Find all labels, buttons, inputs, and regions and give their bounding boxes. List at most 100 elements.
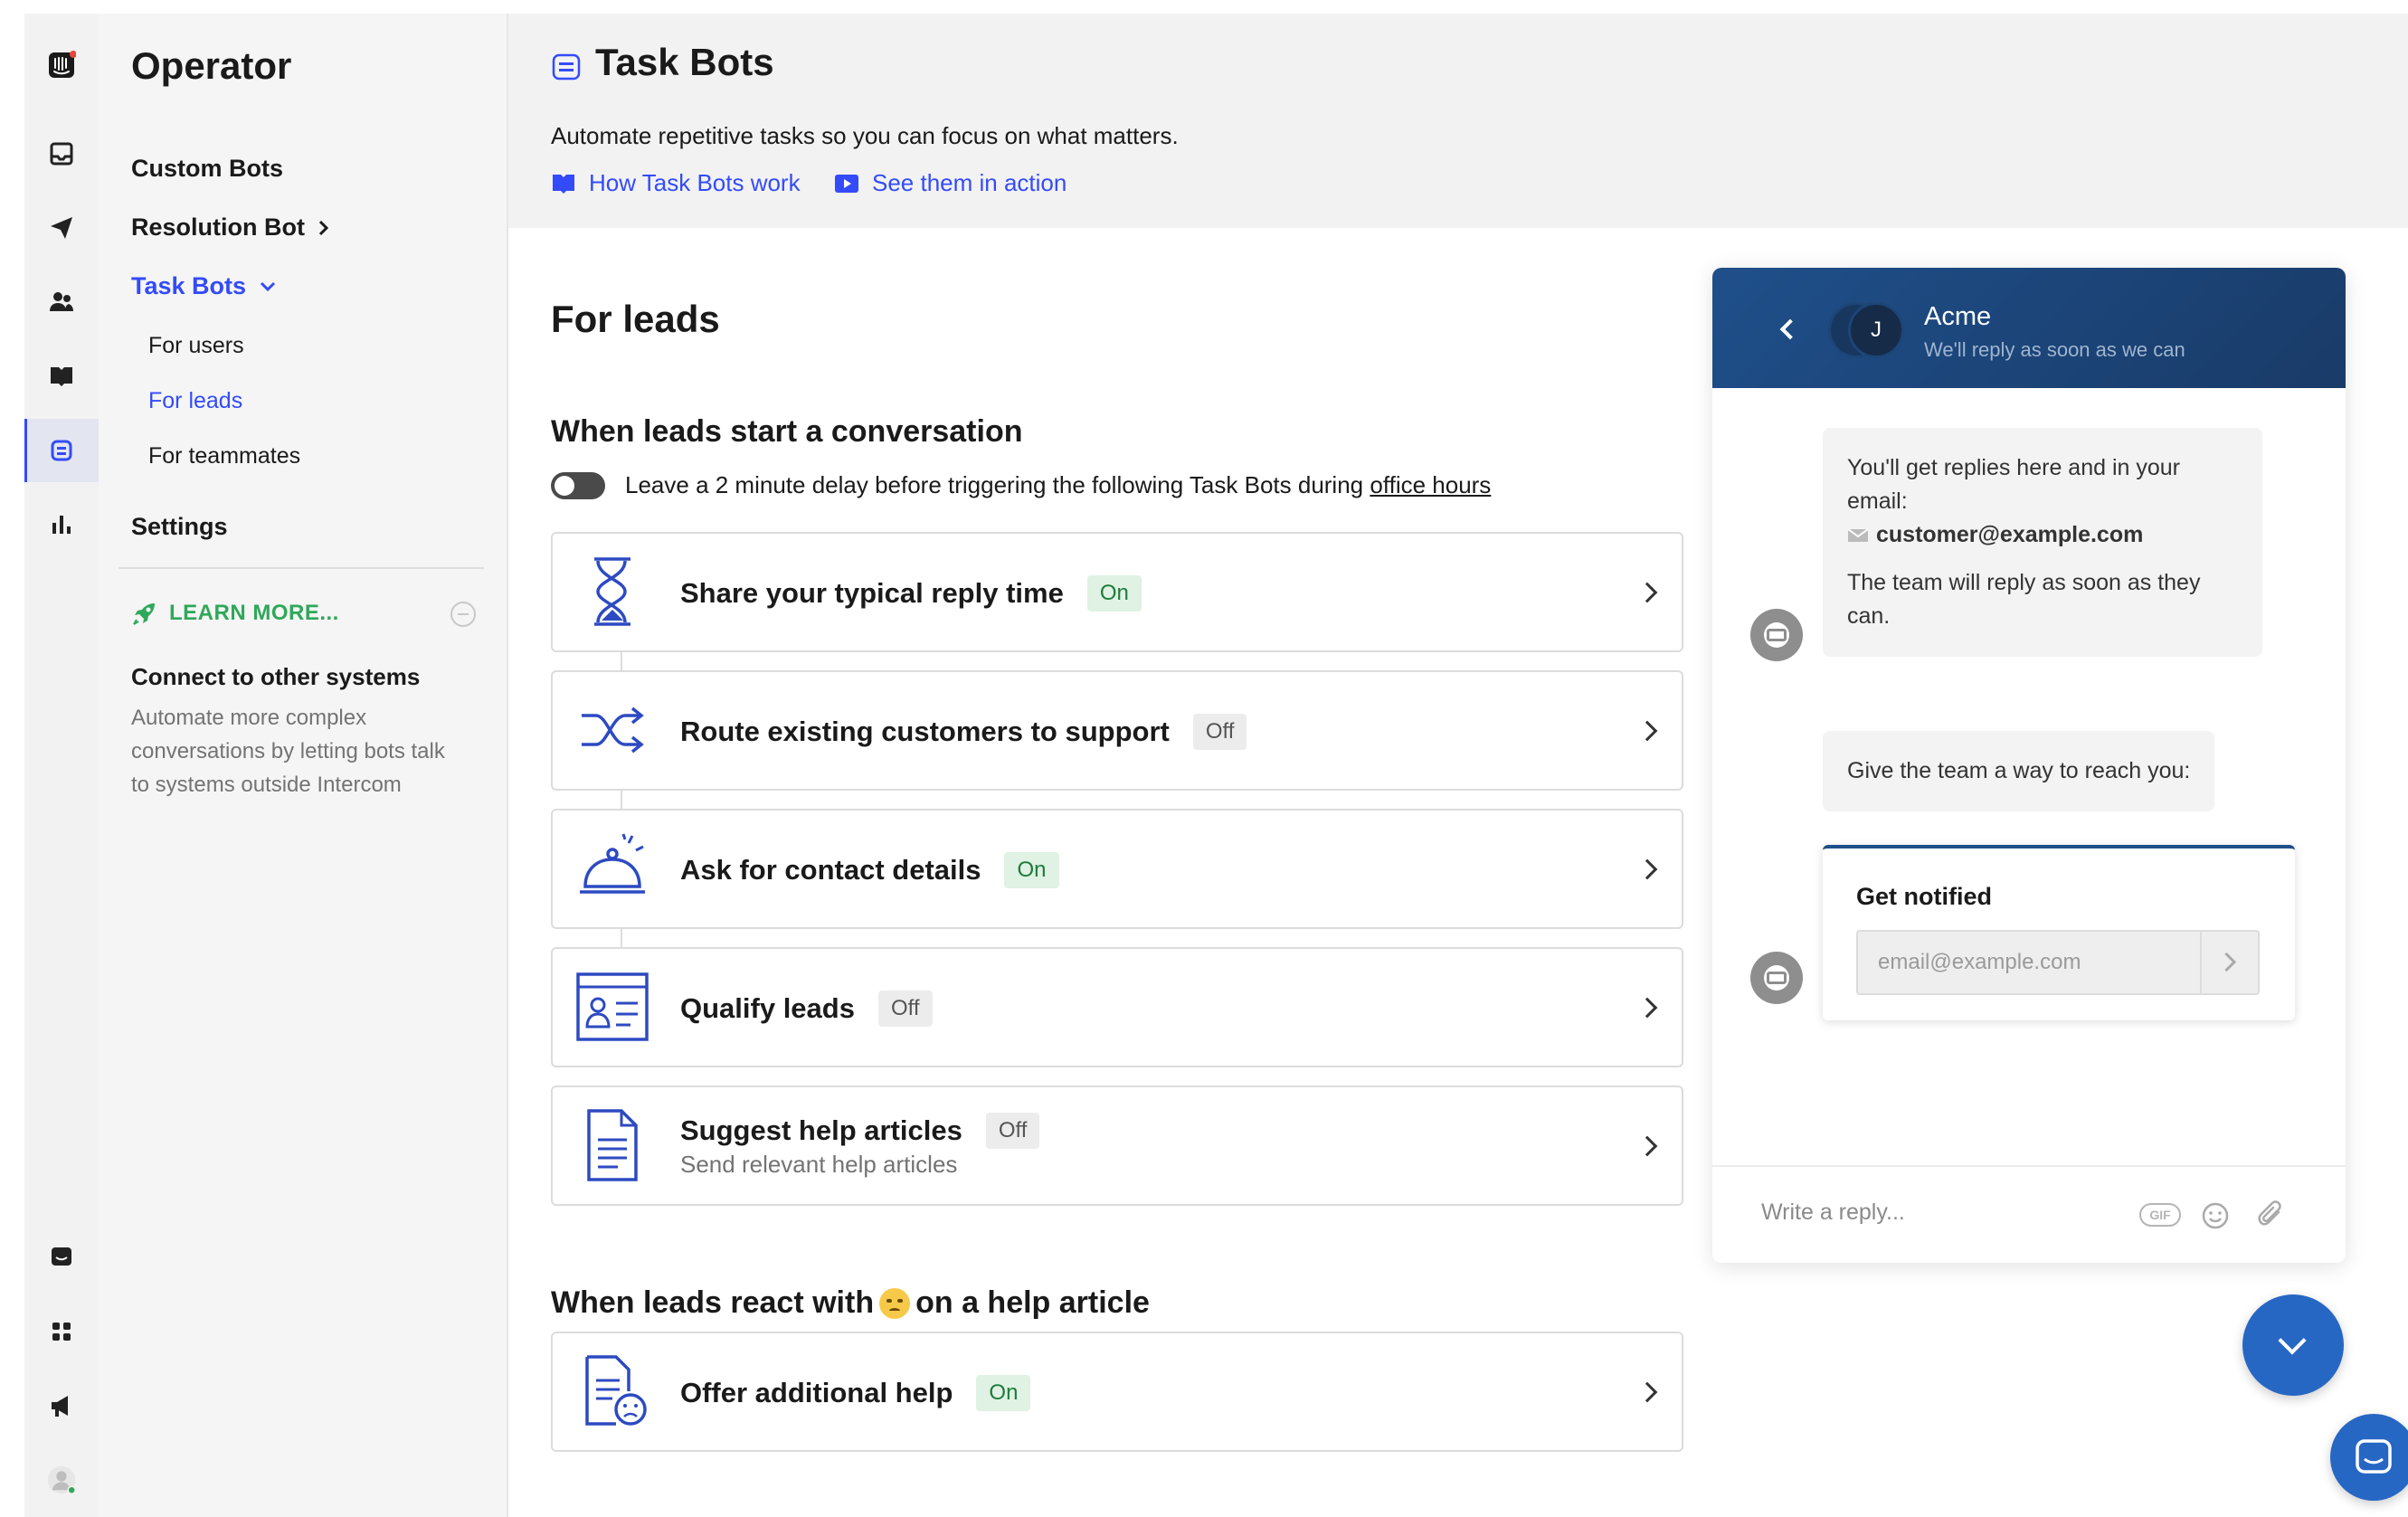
team-avatar-initial: J xyxy=(1848,302,1904,358)
emoji-icon[interactable] xyxy=(2201,1201,2230,1230)
nav-item-settings[interactable]: Settings xyxy=(131,513,228,541)
reply-expectation: We'll reply as soon as we can xyxy=(1924,338,2185,361)
articles-icon[interactable] xyxy=(24,345,99,408)
message-text: The team will reply as soon as they can. xyxy=(1847,570,2201,629)
nav-item-label: Settings xyxy=(131,513,228,540)
learn-more-label: LEARN MORE... xyxy=(169,601,339,625)
attachment-icon[interactable] xyxy=(2255,1199,2286,1230)
status-badge: On xyxy=(1004,852,1059,888)
page-title: Task Bots xyxy=(595,41,774,83)
message-bubble: You'll get replies here and in your emai… xyxy=(1823,428,2262,657)
reports-icon[interactable] xyxy=(24,493,99,556)
bot-name: Route existing customers to support Off xyxy=(680,714,1247,750)
inbox-icon[interactable] xyxy=(24,122,99,185)
bot-avatar xyxy=(1750,609,1803,661)
email-input[interactable]: email@example.com xyxy=(1856,930,2260,995)
bot-name-text: Share your typical reply time xyxy=(680,577,1064,609)
nav-title: Operator xyxy=(131,44,292,87)
how-task-bots-work-link[interactable]: How Task Bots work xyxy=(551,169,801,197)
rocket-icon xyxy=(133,603,155,625)
see-them-in-action-link[interactable]: See them in action xyxy=(834,169,1067,197)
bot-card-reply-time[interactable]: Share your typical reply time On xyxy=(551,532,1683,652)
learn-more-link[interactable]: LEARN MORE... xyxy=(131,600,339,627)
bot-card-route-customers[interactable]: Route existing customers to support Off xyxy=(551,670,1683,791)
bot-card-contact-details[interactable]: Ask for contact details On xyxy=(551,809,1683,929)
delay-toggle[interactable] xyxy=(551,471,605,499)
bot-name: Suggest help articles Off xyxy=(680,1113,1040,1149)
company-name: Acme xyxy=(1924,302,1992,331)
reply-input[interactable]: Write a reply... xyxy=(1761,1199,1905,1226)
email-line: customer@example.com xyxy=(1847,518,2238,552)
composer: Write a reply... GIF xyxy=(1712,1165,2346,1263)
submit-email-button[interactable] xyxy=(2200,932,2258,993)
apps-icon[interactable] xyxy=(24,1300,99,1363)
app-frame: Operator Custom Bots Resolution Bot Task… xyxy=(24,14,2408,1517)
announcements-icon[interactable] xyxy=(24,1374,99,1437)
nav-sub-for-users[interactable]: For users xyxy=(148,333,244,359)
bot-name: Offer additional help On xyxy=(680,1375,1031,1411)
back-icon[interactable] xyxy=(1779,318,1801,340)
service-bell-icon xyxy=(580,833,645,894)
customer-email: customer@example.com xyxy=(1876,522,2144,547)
status-badge: On xyxy=(1086,575,1142,612)
nav-item-label: Resolution Bot xyxy=(131,213,305,241)
bot-name-text: Suggest help articles xyxy=(680,1114,962,1146)
nav-item-task-bots[interactable]: Task Bots xyxy=(131,272,277,300)
video-icon xyxy=(835,174,858,193)
subtitle-text: on a help article xyxy=(915,1285,1150,1320)
bot-card-offer-help[interactable]: Offer additional help On xyxy=(551,1332,1683,1452)
operator-icon[interactable] xyxy=(24,419,99,482)
messenger-preview: J Acme We'll reply as soon as we can You… xyxy=(1712,268,2346,1263)
bot-card-help-articles[interactable]: Suggest help articles Off Send relevant … xyxy=(551,1086,1683,1206)
chevron-right-icon xyxy=(1636,858,1658,879)
card-connector xyxy=(621,652,622,670)
intercom-logo-icon[interactable] xyxy=(24,33,99,97)
icon-rail xyxy=(24,14,99,1517)
office-hours-link[interactable]: office hours xyxy=(1370,471,1491,498)
email-placeholder: email@example.com xyxy=(1878,950,2081,974)
contacts-icon[interactable] xyxy=(24,270,99,334)
messenger-settings-icon[interactable] xyxy=(24,1226,99,1289)
chevron-right-icon xyxy=(1636,720,1658,741)
chevron-right-icon xyxy=(318,220,329,235)
bot-name-text: Offer additional help xyxy=(680,1377,953,1408)
bot-avatar xyxy=(1750,952,1803,1004)
page-header: Task Bots Automate repetitive tasks so y… xyxy=(508,14,2408,228)
message-text: Give the team a way to reach you: xyxy=(1847,758,2191,783)
dismiss-learn-icon[interactable] xyxy=(450,602,476,627)
gif-icon[interactable]: GIF xyxy=(2139,1203,2181,1227)
user-avatar[interactable] xyxy=(24,1448,99,1512)
subtitle-text: When leads start a conversation xyxy=(551,414,1023,449)
react-title: When leads react with on a help article xyxy=(551,1285,1150,1321)
page-description: Automate repetitive tasks so you can foc… xyxy=(551,122,1179,149)
bot-name-text: Route existing customers to support xyxy=(680,716,1170,747)
connect-title: Connect to other systems xyxy=(131,663,421,690)
bot-name: Ask for contact details On xyxy=(680,852,1059,888)
chevron-right-icon xyxy=(1636,997,1658,1018)
collapse-messenger-button[interactable] xyxy=(2242,1294,2344,1396)
nav-sub-for-leads[interactable]: For leads xyxy=(148,388,242,414)
get-notified-card: Get notified email@example.com xyxy=(1823,845,2295,1020)
message-bubble: Give the team a way to reach you: xyxy=(1823,731,2215,811)
card-connector xyxy=(621,791,622,809)
message-text: You'll get replies here and in your emai… xyxy=(1847,455,2180,514)
messenger-header: J Acme We'll reply as soon as we can xyxy=(1712,268,2346,388)
nav-item-label: Custom Bots xyxy=(131,155,283,182)
chat-icon xyxy=(2356,1439,2392,1474)
subtitle-text: When leads react with xyxy=(551,1285,875,1320)
messenger-launcher[interactable] xyxy=(2330,1414,2408,1501)
card-connector xyxy=(621,929,622,947)
bot-name: Share your typical reply time On xyxy=(680,575,1142,612)
link-label: How Task Bots work xyxy=(589,169,801,196)
nav-item-resolution-bot[interactable]: Resolution Bot xyxy=(131,213,330,242)
nav-item-custom-bots[interactable]: Custom Bots xyxy=(131,155,283,183)
nav-sub-for-teammates[interactable]: For teammates xyxy=(148,443,300,469)
start-conversation-title: When leads start a conversation xyxy=(551,414,1023,450)
bot-card-qualify-leads[interactable]: Qualify leads Off xyxy=(551,947,1683,1067)
id-card-icon xyxy=(576,972,649,1041)
chevron-right-icon xyxy=(1636,582,1658,602)
bot-name-text: Qualify leads xyxy=(680,992,855,1024)
outbound-icon[interactable] xyxy=(24,196,99,260)
hourglass-icon xyxy=(594,557,630,626)
chevron-right-icon xyxy=(1636,1381,1658,1402)
